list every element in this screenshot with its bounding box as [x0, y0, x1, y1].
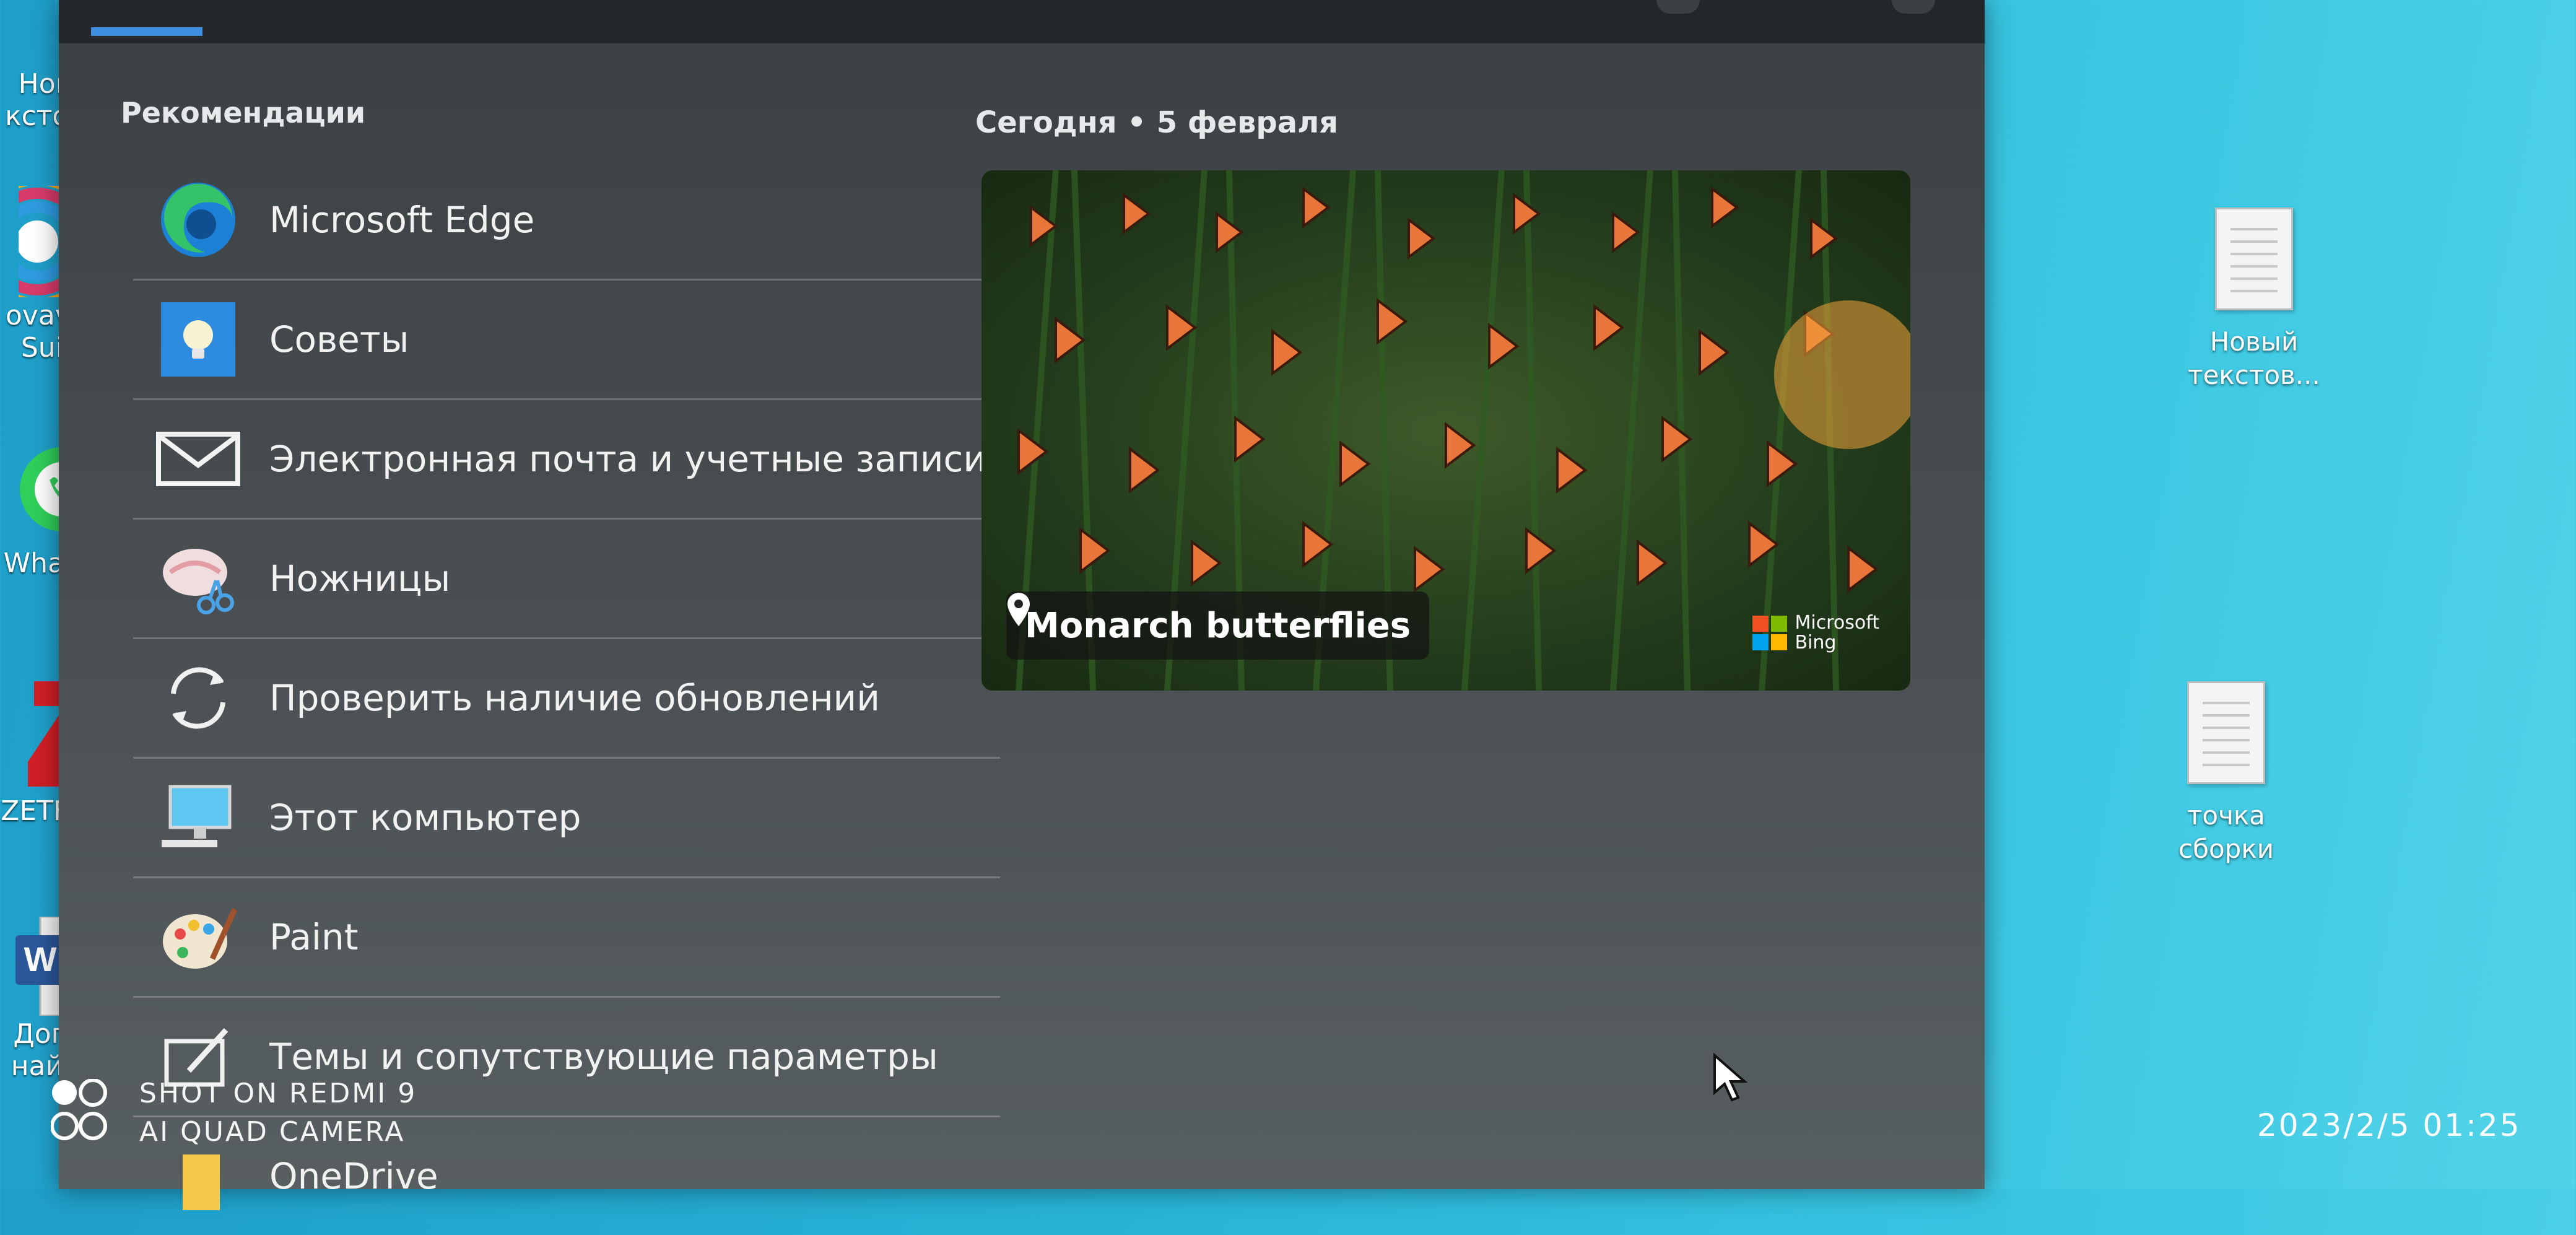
bing-daily-image-card[interactable]: Monarch butterflies Microsoft Bing	[981, 170, 1910, 691]
watermark-line-1: SHOT ON REDMI 9	[139, 1078, 417, 1109]
svg-text:W: W	[24, 940, 57, 979]
desktop-file-label: Новый текстов...	[2188, 326, 2320, 390]
text-file-icon	[2187, 681, 2265, 784]
desktop-file-label: точка сборки	[2178, 800, 2274, 864]
watermark-line-2: AI QUAD CAMERA	[139, 1116, 406, 1148]
camera-watermark-logo-icon	[51, 1079, 107, 1140]
desktop-file-restore-point[interactable]: точка сборки	[2133, 681, 2319, 866]
microsoft-bing-badge: Microsoft Bing	[1752, 613, 1879, 653]
list-item-label: Paint	[269, 916, 359, 958]
computer-icon	[152, 771, 245, 864]
list-item-label: Проверить наличие обновлений	[269, 677, 880, 719]
start-menu-panel: Рекомендации Microsoft Edge Советы Элект…	[59, 0, 1985, 1210]
settings-icon[interactable]	[1892, 0, 1935, 14]
list-item-paint[interactable]: Paint	[133, 878, 1000, 998]
photo-timestamp: 2023/2/5 01:25	[2257, 1107, 2522, 1143]
list-item-tips[interactable]: Советы	[133, 281, 1000, 400]
brand-line-1: Microsoft	[1795, 612, 1879, 634]
brand-line-2: Bing	[1795, 632, 1837, 653]
mouse-cursor-icon	[1713, 1053, 1748, 1102]
camera-watermark: SHOT ON REDMI 9 AI QUAD CAMERA	[139, 1075, 417, 1151]
list-item-label: Темы и сопутствующие параметры	[269, 1036, 938, 1078]
list-item-label: OneDrive	[269, 1155, 438, 1197]
microsoft-logo-icon	[1752, 616, 1788, 650]
edge-icon	[152, 173, 245, 266]
tips-icon	[152, 293, 245, 386]
user-avatar-icon[interactable]	[1656, 0, 1700, 14]
mail-icon	[152, 412, 245, 505]
list-item-microsoft-edge[interactable]: Microsoft Edge	[133, 161, 1000, 281]
paint-palette-icon	[152, 891, 245, 984]
active-tab-indicator	[91, 27, 202, 36]
location-pin-icon	[1007, 593, 1030, 626]
list-item-check-updates[interactable]: Проверить наличие обновлений	[133, 639, 1000, 759]
list-item-label: Ножницы	[269, 557, 451, 600]
list-item-label: Электронная почта и учетные записи	[269, 438, 987, 480]
snipping-tool-icon	[152, 532, 245, 625]
text-file-icon	[2215, 207, 2293, 310]
recommendations-title: Рекомендации	[121, 96, 366, 129]
list-item-label: Microsoft Edge	[269, 199, 535, 241]
location-label[interactable]: Monarch butterflies	[1006, 591, 1430, 660]
desktop-file-new-text[interactable]: Новый текстов...	[2161, 207, 2347, 392]
list-item-label: Советы	[269, 318, 409, 360]
location-text: Monarch butterflies	[1025, 605, 1411, 646]
list-item-mail-accounts[interactable]: Электронная почта и учетные записи	[133, 400, 1000, 520]
list-item-snipping-tool[interactable]: Ножницы	[133, 520, 1000, 639]
refresh-icon	[152, 652, 245, 744]
list-item-label: Этот компьютер	[269, 796, 581, 839]
list-item-this-pc[interactable]: Этот компьютер	[133, 759, 1000, 878]
recommendations-list: Microsoft Edge Советы Электронная почта	[133, 161, 1000, 1235]
today-date-label: Сегодня • 5 февраля	[975, 105, 1339, 140]
start-menu-topbar	[59, 0, 1985, 43]
